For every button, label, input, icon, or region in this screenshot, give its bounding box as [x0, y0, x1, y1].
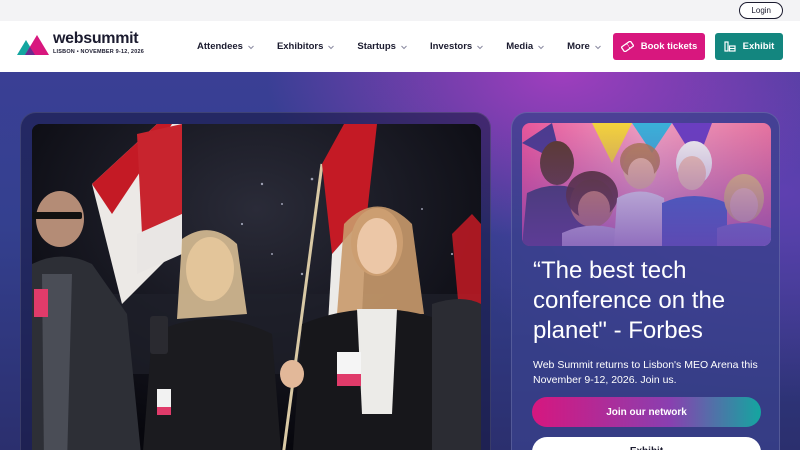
- nav-item-label: Media: [506, 41, 534, 52]
- websummit-logo[interactable]: websummit LISBON • NOVEMBER 9-12, 2026: [17, 30, 147, 62]
- nav-item-label: More: [567, 41, 590, 52]
- flag-parade-photo: [32, 124, 481, 450]
- ticket-icon: [620, 41, 634, 52]
- nav-item-startups[interactable]: Startups: [357, 41, 408, 52]
- flag-parade-illustration: [32, 124, 481, 450]
- logo-mark-icon: [17, 35, 49, 55]
- nav-item-attendees[interactable]: Attendees: [197, 41, 255, 52]
- login-button[interactable]: Login: [739, 2, 783, 19]
- chevron-down-icon: [248, 45, 254, 49]
- book-tickets-label: Book tickets: [640, 41, 698, 52]
- logo-wordmark: websummit: [53, 30, 139, 47]
- hero-exhibit-button[interactable]: Exhibit: [532, 437, 761, 450]
- nav-item-label: Attendees: [197, 41, 243, 52]
- booth-icon: [724, 41, 736, 52]
- chevron-down-icon: [328, 45, 335, 49]
- exhibit-button[interactable]: Exhibit: [715, 33, 783, 60]
- attendees-photo: [522, 123, 771, 246]
- hero-description: Web Summit returns to Lisbon's MEO Arena…: [533, 359, 758, 386]
- hero-info-card: “The best tech conference on the planet"…: [511, 112, 780, 450]
- logo-tagline: LISBON • NOVEMBER 9-12, 2026: [53, 49, 144, 55]
- nav-item-more[interactable]: More: [567, 41, 602, 52]
- nav-item-label: Investors: [429, 41, 473, 52]
- hero-photo-card: [20, 112, 491, 450]
- chevron-down-icon: [401, 45, 407, 49]
- chevron-down-icon: [477, 45, 484, 49]
- nav-item-investors[interactable]: Investors: [430, 41, 484, 52]
- attendees-group-illustration: [522, 123, 771, 246]
- nav-item-media[interactable]: Media: [506, 41, 545, 52]
- utility-bar: Login: [0, 0, 800, 21]
- hero-section: “The best tech conference on the planet"…: [0, 72, 800, 450]
- exhibit-label: Exhibit: [742, 41, 775, 52]
- nav-item-exhibitors[interactable]: Exhibitors: [277, 41, 335, 52]
- main-nav: websummit LISBON • NOVEMBER 9-12, 2026 A…: [0, 21, 800, 72]
- hero-quote: “The best tech conference on the planet"…: [533, 257, 726, 344]
- nav-item-label: Exhibitors: [276, 41, 324, 52]
- chevron-down-icon: [594, 45, 601, 49]
- join-network-button[interactable]: Join our network: [532, 397, 761, 427]
- book-tickets-button[interactable]: Book tickets: [613, 33, 705, 60]
- chevron-down-icon: [538, 45, 544, 49]
- nav-item-label: Startups: [357, 41, 396, 52]
- nav-menu: Attendees Exhibitors Startups Investors …: [197, 21, 624, 72]
